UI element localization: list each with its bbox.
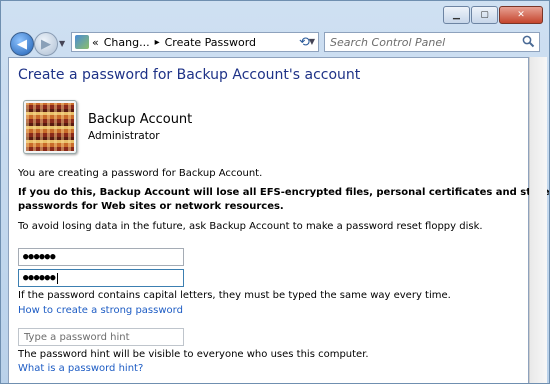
strong-password-link[interactable]: How to create a strong password	[18, 305, 183, 316]
close-icon: ✕	[517, 10, 525, 20]
page-title: Create a password for Backup Account's a…	[18, 67, 361, 83]
caption-buttons: ▁ ▢ ✕	[442, 6, 543, 24]
advice-text: To avoid losing data in the future, ask …	[18, 221, 483, 232]
content-pane: Create a password for Backup Account's a…	[8, 57, 549, 383]
close-button[interactable]: ✕	[499, 6, 543, 24]
control-panel-window: ▁ ▢ ✕ ◀ ▶ ▼ « Chang... ▸ Create Password…	[0, 0, 550, 384]
hint-note: The password hint will be visible to eve…	[18, 349, 369, 360]
account-picture-image	[26, 103, 74, 151]
search-placeholder: Search Control Panel	[330, 35, 446, 49]
password-hint-help-link[interactable]: What is a password hint?	[18, 363, 143, 374]
forward-button[interactable]: ▶	[34, 32, 58, 56]
refresh-icon: ⟲	[299, 35, 310, 50]
breadcrumb-parent[interactable]: Chang...	[104, 36, 150, 49]
account-name: Backup Account	[88, 112, 193, 127]
minimize-icon: ▁	[453, 10, 460, 20]
new-password-mask: ●●●●●●	[23, 252, 56, 262]
password-hint-input[interactable]: Type a password hint	[18, 328, 184, 346]
back-button[interactable]: ◀	[10, 32, 34, 56]
chevron-down-icon: ▼	[59, 39, 66, 48]
warning-text-line2: passwords for Web sites or network resou…	[18, 201, 284, 212]
intro-text: You are creating a password for Backup A…	[18, 168, 263, 179]
breadcrumb-current[interactable]: Create Password	[165, 36, 256, 49]
back-arrow-icon: ◀	[17, 36, 27, 52]
maximize-icon: ▢	[480, 10, 489, 20]
warning-text-line1: If you do this, Backup Account will lose…	[18, 187, 550, 198]
recent-pages-dropdown[interactable]: ▼	[59, 39, 65, 48]
refresh-button[interactable]: ⟲	[299, 35, 310, 50]
password-hint-placeholder: Type a password hint	[24, 331, 130, 343]
navigation-bar: ◀ ▶ ▼ « Chang... ▸ Create Password ▼ ⟲ S…	[1, 29, 549, 57]
control-panel-icon	[75, 35, 89, 49]
search-input[interactable]: Search Control Panel	[324, 32, 540, 52]
search-icon[interactable]	[522, 35, 535, 48]
breadcrumb-overflow[interactable]: «	[92, 36, 99, 49]
confirm-password-mask: ●●●●●●	[23, 273, 56, 283]
minimize-button[interactable]: ▁	[443, 6, 470, 24]
text-caret	[56, 272, 58, 284]
forward-arrow-icon: ▶	[41, 36, 51, 52]
vertical-scrollbar[interactable]	[529, 57, 547, 383]
new-password-field[interactable]: ●●●●●●	[18, 248, 184, 266]
title-bar: ▁ ▢ ✕	[1, 1, 549, 29]
breadcrumb-arrow-icon[interactable]: ▸	[155, 37, 160, 48]
account-picture	[23, 100, 77, 154]
address-bar[interactable]: « Chang... ▸ Create Password ▼	[71, 32, 319, 52]
account-type: Administrator	[88, 130, 160, 142]
confirm-password-field[interactable]: ●●●●●●	[18, 269, 184, 287]
maximize-button[interactable]: ▢	[471, 6, 498, 24]
caps-note: If the password contains capital letters…	[18, 290, 451, 301]
